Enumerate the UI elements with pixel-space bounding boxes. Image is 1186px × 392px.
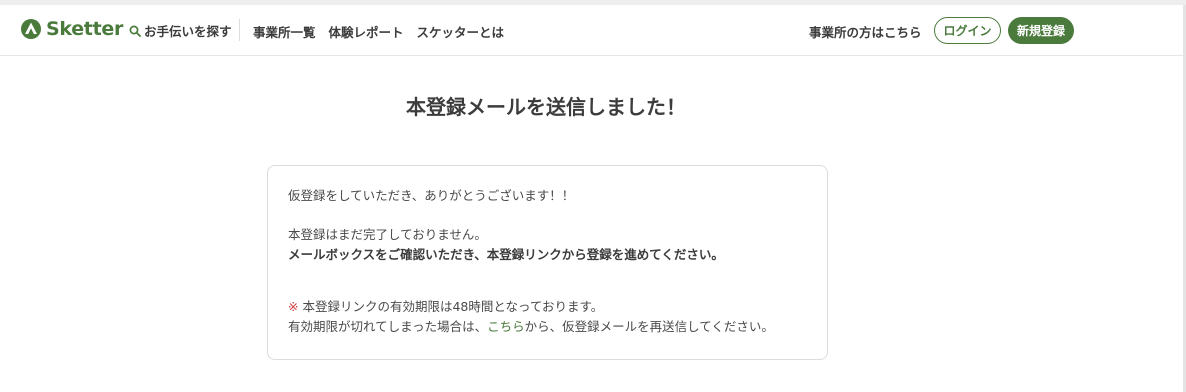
resend-prefix: 有効期限が切れてしまった場合は、 (288, 319, 488, 334)
search-icon (129, 25, 141, 37)
sketter-logo-icon (21, 19, 41, 39)
instruction-text: メールボックスをご確認いただき、本登録リンクから登録を進めてください。 (288, 247, 724, 262)
nav-item-reports[interactable]: 体験レポート (329, 22, 404, 41)
site-header: Sketter お手伝いを探す 事業所一覧 体験レポート スケッターとは 事業所… (0, 5, 1183, 56)
thanks-text: 仮登録をしていただき、ありがとうございます！！ (288, 188, 575, 203)
nav-item-about[interactable]: スケッターとは (417, 22, 505, 41)
resend-suffix: から、仮登録メールを再送信してください。 (524, 319, 774, 334)
nav-item-facilities[interactable]: 事業所一覧 (253, 22, 316, 41)
page-title: 本登録メールを送信しました！ (406, 95, 686, 119)
message-card: 仮登録をしていただき、ありがとうございます！！ 本登録はまだ完了しておりません。… (267, 165, 828, 360)
note-text: 本登録リンクの有効期限は48時間となっております。 (298, 299, 604, 314)
business-link[interactable]: 事業所の方はこちら (809, 22, 922, 41)
expiry-note: ※ 本登録リンクの有効期限は48時間となっております。 (288, 297, 827, 317)
register-button[interactable]: 新規登録 (1008, 17, 1074, 44)
search-help-link[interactable]: お手伝いを探す (129, 21, 232, 40)
search-help-label: お手伝いを探す (144, 24, 232, 39)
not-complete-text: 本登録はまだ完了しておりません。 (288, 227, 487, 242)
main-nav: 事業所一覧 体験レポート スケッターとは (253, 22, 517, 41)
note-mark: ※ (288, 299, 299, 314)
logo[interactable]: Sketter (21, 18, 123, 40)
resend-link[interactable]: こちら (487, 319, 525, 334)
logo-text: Sketter (46, 18, 124, 40)
header-divider (239, 19, 240, 41)
login-button[interactable]: ログイン (934, 17, 1001, 44)
resend-note: 有効期限が切れてしまった場合は、こちらから、仮登録メールを再送信してください。 (288, 317, 827, 337)
